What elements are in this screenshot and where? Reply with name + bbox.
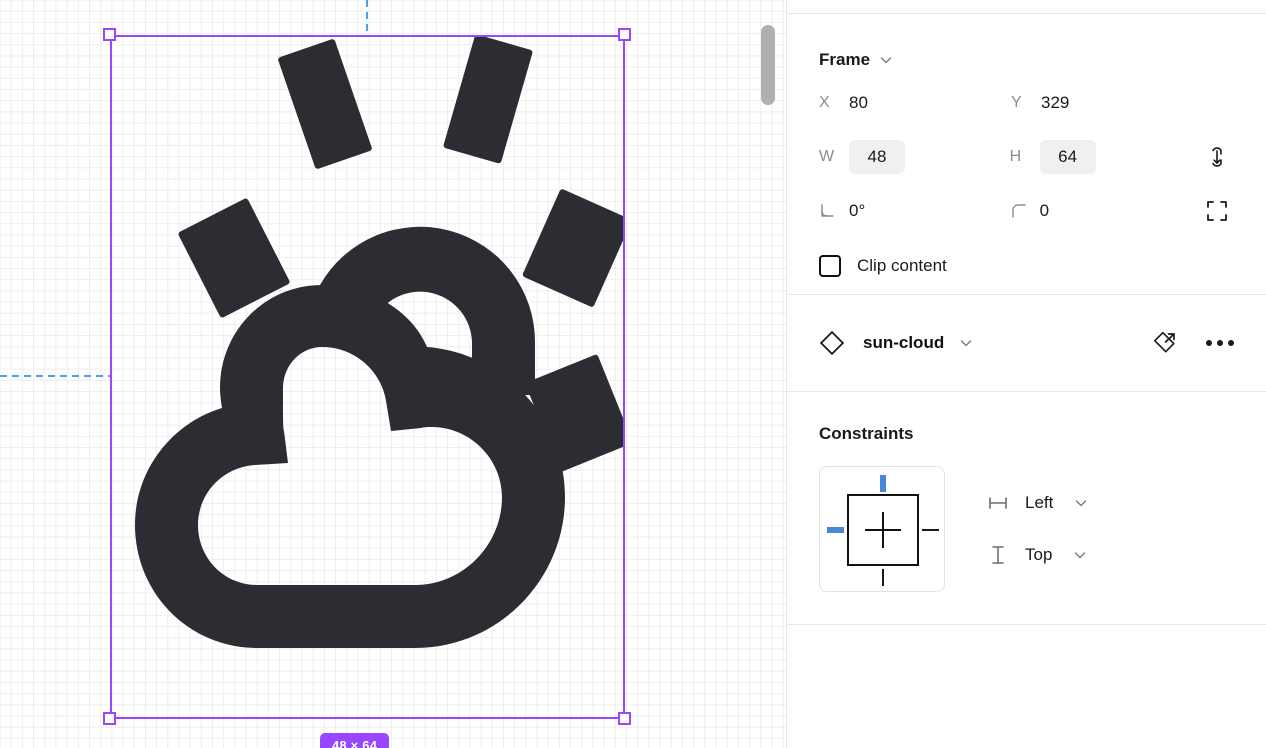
width-field-value[interactable]: 48 (849, 140, 905, 174)
constraints-body: Left Top (819, 444, 1234, 592)
width-field[interactable]: W 48 (819, 140, 1010, 174)
width-field-label: W (819, 148, 835, 165)
horizontal-alignment-guide (0, 375, 110, 377)
selection-handle-bottom-right[interactable] (618, 712, 631, 725)
component-actions (1152, 329, 1234, 357)
rotation-value[interactable]: 0° (849, 201, 865, 221)
panel-top-divider (787, 0, 1266, 14)
x-field-label: X (819, 94, 830, 111)
resize-to-fit-icon[interactable] (1200, 194, 1234, 228)
height-field[interactable]: H 64 (1010, 140, 1201, 174)
vertical-constraint-icon (987, 544, 1009, 566)
constraints-selects: Left Top (987, 492, 1089, 566)
constraint-marker-right[interactable] (922, 529, 939, 531)
rotation-radius-row: 0° 0 (819, 184, 1234, 238)
corner-radius-field[interactable]: 0 (1010, 201, 1201, 221)
x-field-value[interactable]: 80 (849, 93, 868, 113)
constraint-marker-top[interactable] (880, 475, 886, 492)
chevron-down-icon[interactable] (1072, 547, 1088, 563)
frame-section-header[interactable]: Frame (819, 14, 1234, 76)
height-field-value[interactable]: 64 (1039, 140, 1096, 174)
properties-panel: Frame X 80 Y 329 W 48 H 64 0° 0 Clip con… (786, 0, 1266, 748)
component-section: sun-cloud (787, 295, 1266, 391)
selection-handle-top-right[interactable] (618, 28, 631, 41)
y-field-value[interactable]: 329 (1041, 93, 1069, 113)
rotation-field[interactable]: 0° (819, 201, 1010, 221)
y-field-label: Y (1011, 94, 1022, 111)
vertical-constraint-select[interactable]: Top (987, 544, 1089, 566)
selection-handle-top-left[interactable] (103, 28, 116, 41)
clip-content-checkbox[interactable] (819, 255, 841, 277)
constraints-center-plus-vertical (882, 512, 884, 548)
corner-radius-value[interactable]: 0 (1040, 201, 1049, 221)
x-field[interactable]: X 80 (819, 93, 1011, 113)
unlink-aspect-ratio-icon[interactable] (1200, 140, 1234, 174)
constraints-section: Constraints Left Top (787, 392, 1266, 592)
canvas-scrollbar-thumb[interactable] (761, 25, 775, 105)
height-field-label: H (1009, 148, 1022, 165)
horizontal-constraint-icon (987, 492, 1009, 514)
constraints-widget[interactable] (819, 466, 945, 592)
vertical-alignment-guide (366, 0, 368, 35)
design-canvas[interactable]: 48 × 64 (0, 0, 786, 748)
chevron-down-icon[interactable] (1073, 495, 1089, 511)
constraint-marker-bottom[interactable] (882, 569, 884, 586)
canvas-scrollbar[interactable] (761, 0, 775, 748)
constraint-marker-left[interactable] (827, 527, 844, 533)
figma-editor-window: 48 × 64 Frame X 80 Y 329 W 48 H 64 0° 0 … (0, 0, 1266, 748)
clip-content-label: Clip content (857, 256, 947, 275)
horizontal-constraint-value[interactable]: Left (1025, 493, 1053, 513)
constraints-title: Constraints (819, 424, 914, 443)
chevron-down-icon[interactable] (958, 335, 974, 351)
go-to-main-component-icon[interactable] (1152, 329, 1180, 357)
horizontal-constraint-select[interactable]: Left (987, 492, 1089, 514)
y-field[interactable]: Y 329 (1011, 93, 1203, 113)
rotation-icon (819, 202, 849, 220)
selection-bounding-box (110, 35, 625, 719)
component-row[interactable]: sun-cloud (819, 295, 1234, 391)
position-row: X 80 Y 329 (819, 76, 1234, 130)
component-diamond-icon (819, 330, 845, 356)
frame-section-title: Frame (819, 50, 871, 69)
more-options-icon[interactable] (1206, 340, 1234, 346)
chevron-down-icon[interactable] (878, 52, 894, 68)
dimensions-row: W 48 H 64 (819, 130, 1234, 184)
frame-section: Frame X 80 Y 329 W 48 H 64 0° 0 Clip con… (787, 14, 1266, 294)
selection-size-badge: 48 × 64 (320, 733, 390, 748)
selection-handle-bottom-left[interactable] (103, 712, 116, 725)
corner-radius-icon (1010, 202, 1040, 220)
clip-content-row[interactable]: Clip content (819, 238, 1234, 294)
section-divider-bottom (787, 624, 1266, 625)
vertical-constraint-value[interactable]: Top (1025, 545, 1052, 565)
component-name[interactable]: sun-cloud (863, 333, 944, 353)
